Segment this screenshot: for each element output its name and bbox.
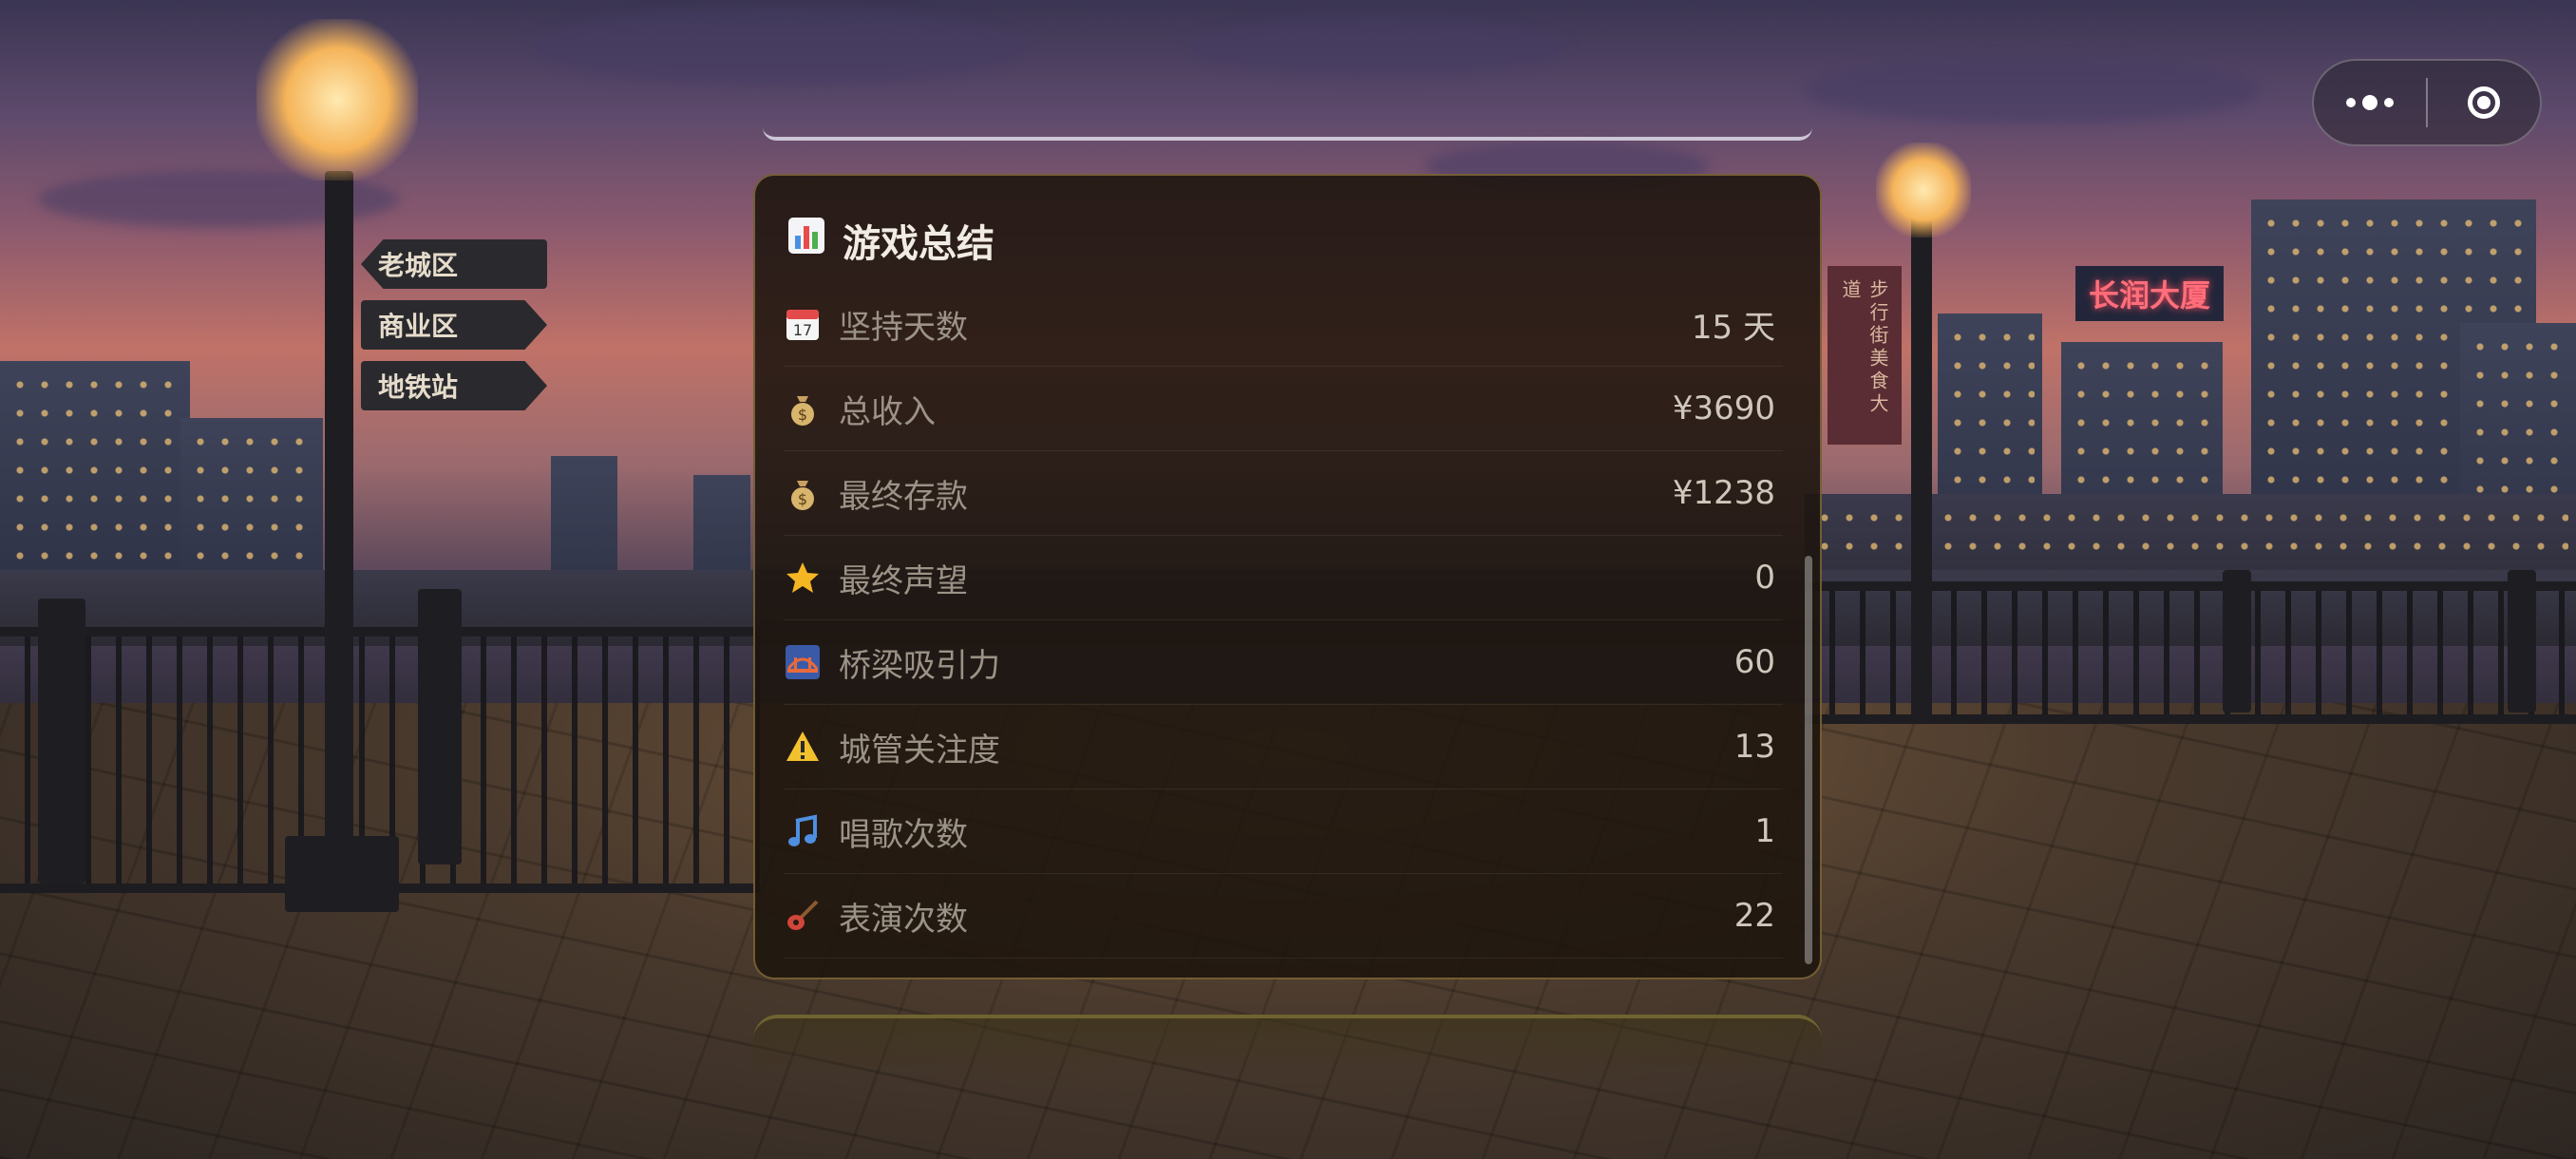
railing-post [38,598,85,884]
lamp-post [325,171,353,893]
money-bag-icon: $ [784,474,822,512]
cloud [1187,19,1567,76]
bar-chart-icon [787,217,825,264]
summary-list: 17 坚持天数 15 天 $ 总收入 ¥3690 $ 最终存款 ¥1238 最终… [784,282,1783,959]
game-summary-panel[interactable]: 游戏总结 17 坚持天数 15 天 $ 总收入 ¥3690 $ 最终存款 ¥12… [753,174,1822,979]
direction-sign: 商业区 [361,300,547,350]
stat-label: 最终声望 [839,561,968,600]
stat-value: 15 天 [1691,308,1775,347]
stat-label: 桥梁吸引力 [839,646,1000,685]
stat-label: 城管关注度 [839,731,1000,770]
stat-label: 唱歌次数 [839,815,968,854]
lamp-post [1911,209,1932,722]
list-item: 唱歌次数 1 [784,789,1783,874]
list-item: 17 坚持天数 15 天 [784,282,1783,367]
bridge-icon [784,643,822,681]
game-scene: 长润大厦 步行街美食大道 老城区 商业区 地铁站 游戏总结 17 坚持天数 15… [0,0,2576,1159]
music-note-icon [784,812,822,850]
railing-post [2223,570,2251,712]
stat-value: 60 [1733,643,1775,681]
mini-program-capsule [2312,59,2542,146]
stat-label: 坚持天数 [839,308,968,347]
list-item: 表演次数 22 [784,874,1783,959]
railing-post [418,589,462,864]
stat-label: 总收入 [839,392,936,431]
stat-label: 表演次数 [839,900,968,939]
stat-value: 13 [1733,728,1775,766]
neon-sign: 长润大厦 [2075,266,2225,321]
guitar-icon [784,897,822,935]
cloud [1805,57,2261,124]
more-button[interactable] [2314,61,2426,144]
railing-post [2508,570,2536,712]
target-circle-icon [2467,86,2500,119]
list-item: 城管关注度 13 [784,705,1783,789]
lamp-base [285,836,399,912]
stat-value: 0 [1754,559,1775,597]
street-lamp [256,19,418,180]
stat-value: 1 [1754,812,1775,850]
list-item: $ 总收入 ¥3690 [784,367,1783,451]
panel-scrollbar[interactable] [1805,556,1812,964]
list-item: 桥梁吸引力 60 [784,620,1783,705]
warning-icon [784,728,822,766]
panel-title: 游戏总结 [843,222,994,266]
cloud [532,10,1026,86]
star-icon [784,559,822,597]
close-button[interactable] [2428,61,2540,144]
street-lamp [1876,142,1971,238]
stat-value: ¥1238 [1672,474,1775,512]
list-item: $ 最终存款 ¥1238 [784,451,1783,536]
calendar-icon: 17 [784,305,822,343]
direction-sign: 老城区 [361,239,547,289]
panel-bottom-edge [753,1015,1822,1075]
stat-value: 22 [1733,897,1775,935]
svg-text:$: $ [798,490,807,508]
more-dots-icon [2346,95,2394,110]
stat-value: ¥3690 [1672,390,1775,428]
panel-top-edge [763,127,1812,141]
list-item: 最终声望 0 [784,536,1783,620]
panel-header: 游戏总结 [787,212,994,269]
money-bag-icon: $ [784,390,822,428]
svg-text:$: $ [798,406,807,424]
direction-sign: 地铁站 [361,361,547,410]
stat-label: 最终存款 [839,477,968,516]
street-banner: 步行街美食大道 [1828,266,1902,445]
svg-text:17: 17 [793,321,812,339]
